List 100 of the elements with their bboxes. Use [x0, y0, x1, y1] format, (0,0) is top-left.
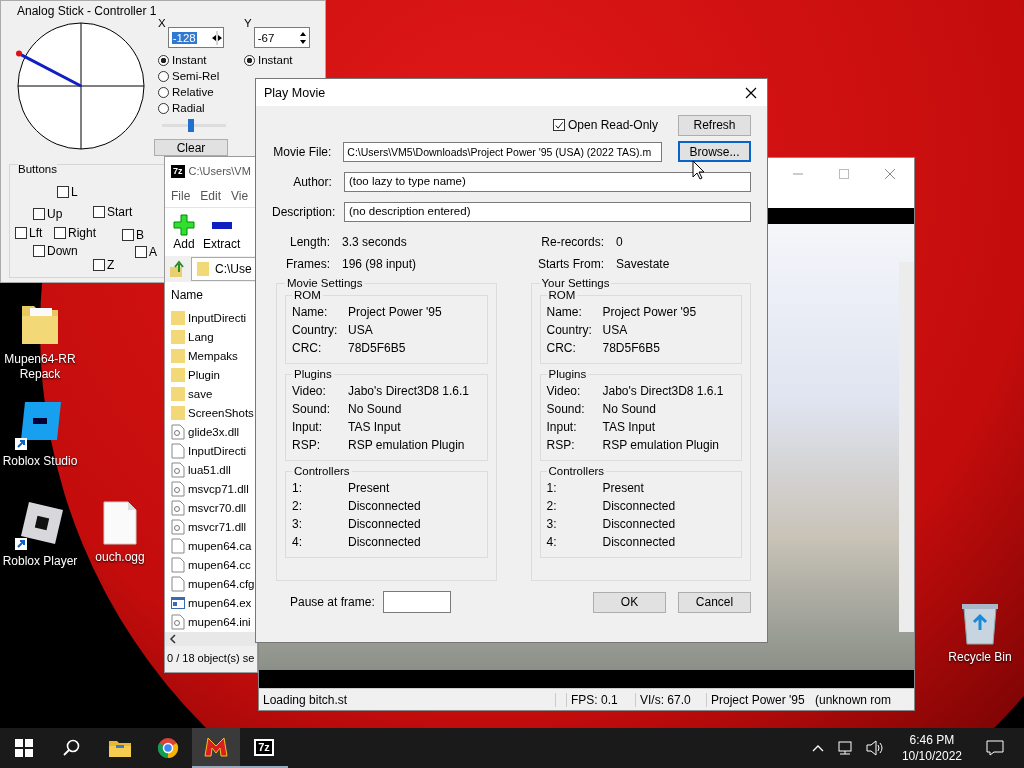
- file-name[interactable]: msvcp71.dll: [188, 482, 249, 495]
- taskbar-button[interactable]: 7z: [240, 728, 288, 768]
- menu-item[interactable]: Edit: [200, 189, 222, 203]
- program-icon: [171, 594, 185, 611]
- windows-logo-icon: [15, 739, 33, 757]
- file-name[interactable]: InputDirecti: [188, 311, 247, 324]
- notification-icon[interactable]: [986, 739, 1004, 757]
- blank-file-icon[interactable]: [102, 500, 138, 546]
- window-title: C:\Users\VM: [188, 165, 251, 177]
- checkbox[interactable]: [93, 259, 105, 271]
- y-value-field[interactable]: -67: [253, 27, 310, 48]
- checkbox[interactable]: [122, 229, 134, 241]
- setting-label: 2:: [292, 499, 303, 513]
- checkbox[interactable]: [15, 227, 27, 239]
- clock[interactable]: 6:46 PM 10/10/2022: [901, 732, 962, 764]
- checkbox[interactable]: [54, 227, 66, 239]
- file-name[interactable]: mupen64.ini: [188, 615, 251, 628]
- setting-value: RSP emulation Plugin: [348, 438, 465, 452]
- close-icon[interactable]: [745, 86, 757, 99]
- radio-label[interactable]: Instant: [172, 54, 207, 66]
- setting-label: Sound:: [292, 402, 332, 416]
- movie-file-field[interactable]: C:\Users\VM5\Downloads\Project Power '95 (USA) (2022 TAS).m: [343, 141, 662, 162]
- setting-label: Name:: [546, 305, 583, 319]
- file-name[interactable]: InputDirecti: [188, 444, 247, 457]
- file-name[interactable]: ScreenShots: [188, 406, 254, 419]
- checkbox-label[interactable]: Down: [47, 244, 78, 258]
- description-field[interactable]: (no description entered): [344, 202, 751, 222]
- checkbox[interactable]: [33, 208, 45, 220]
- tilted-square-logo-icon[interactable]: [15, 500, 65, 550]
- checkbox-label[interactable]: Open Read-Only: [567, 118, 658, 132]
- file-name[interactable]: Lang: [188, 330, 214, 343]
- checkbox[interactable]: [552, 119, 565, 131]
- checkbox-label[interactable]: Right: [68, 226, 96, 240]
- menu-item[interactable]: File: [171, 189, 191, 203]
- radio-button[interactable]: [158, 54, 169, 66]
- file-name[interactable]: msvcr70.dll: [188, 501, 247, 514]
- desktop-icon-label[interactable]: ouch.ogg: [95, 550, 145, 565]
- radio-button[interactable]: [244, 54, 255, 66]
- group-title: ROM: [293, 289, 322, 301]
- dialog-button[interactable]: Cancel: [678, 591, 751, 613]
- radio-label[interactable]: Radial: [172, 102, 205, 114]
- spin-arrows-icon[interactable]: [210, 28, 223, 47]
- radio-button[interactable]: [158, 86, 169, 98]
- file-name[interactable]: mupen64.ex: [188, 596, 252, 609]
- checkbox[interactable]: [57, 186, 69, 198]
- file-name[interactable]: msvcr71.dll: [188, 520, 247, 533]
- checkbox[interactable]: [93, 206, 105, 218]
- analog-stick-drawing[interactable]: [16, 21, 146, 151]
- file-name[interactable]: glide3x.dll: [188, 425, 240, 438]
- radio-button[interactable]: [158, 70, 169, 82]
- x-value-field[interactable]: -128: [167, 27, 224, 48]
- checkbox-label[interactable]: L: [71, 185, 78, 199]
- file-name[interactable]: mupen64.cfg: [188, 577, 255, 590]
- menu-item[interactable]: Vie: [231, 189, 249, 203]
- checkbox-label[interactable]: Lft: [29, 226, 43, 240]
- checkbox[interactable]: [135, 246, 147, 258]
- checkbox-label[interactable]: Up: [47, 207, 63, 221]
- pause-frame-field[interactable]: [382, 591, 451, 613]
- axis-label: X: [158, 17, 166, 29]
- gear-file-icon: [171, 613, 185, 630]
- network-icon[interactable]: [835, 740, 854, 756]
- info-value: 3.3 seconds: [342, 235, 407, 249]
- desktop-icon-label[interactable]: Recycle Bin: [948, 650, 1012, 665]
- checkbox-label[interactable]: Start: [107, 205, 133, 219]
- checkbox-label[interactable]: Z: [107, 258, 115, 272]
- chevron-up-icon[interactable]: [811, 743, 824, 753]
- radio-label[interactable]: Relative: [172, 86, 214, 98]
- file-name[interactable]: Plugin: [188, 368, 220, 381]
- file-name[interactable]: mupen64.cc: [188, 558, 251, 571]
- file-name[interactable]: save: [188, 387, 213, 400]
- checkbox[interactable]: [33, 245, 45, 257]
- radio-button[interactable]: [158, 102, 169, 114]
- slider-thumb[interactable]: [187, 119, 194, 132]
- setting-label: Input:: [292, 420, 324, 434]
- file-name[interactable]: lua51.dll: [188, 463, 231, 476]
- setting-value: Disconnected: [602, 499, 676, 513]
- dialog-button[interactable]: OK: [593, 591, 666, 613]
- scrollbar[interactable]: [899, 262, 914, 632]
- setting-label: CRC:: [292, 341, 323, 355]
- file-name[interactable]: mupen64.ca: [188, 539, 252, 552]
- browse-button[interactable]: Browse...: [678, 141, 751, 162]
- speaker-icon[interactable]: [865, 740, 884, 756]
- setting-value: TAS Input: [602, 420, 655, 434]
- desktop-icon-label[interactable]: Roblox Player: [2, 554, 78, 569]
- column-header[interactable]: Name: [171, 288, 257, 308]
- toolbar-button[interactable]: Add: [171, 212, 197, 252]
- author-field[interactable]: (too lazy to type name): [343, 172, 751, 192]
- file-name[interactable]: Mempaks: [188, 349, 238, 362]
- refresh-button[interactable]: Refresh: [678, 114, 751, 136]
- checkbox-label[interactable]: A: [149, 245, 157, 259]
- group-title: Plugins: [293, 368, 333, 380]
- radio-label[interactable]: Instant: [258, 54, 293, 66]
- folder-up-icon[interactable]: [169, 260, 187, 278]
- clear-button[interactable]: Clear: [154, 139, 228, 156]
- group-title: Controllers: [293, 465, 351, 477]
- path-field[interactable]: C:\Use: [191, 257, 257, 281]
- toolbar-button[interactable]: Extract: [201, 212, 243, 252]
- scrollbar[interactable]: [165, 632, 257, 646]
- checkbox-label[interactable]: B: [136, 228, 144, 242]
- radio-label[interactable]: Semi-Rel: [172, 70, 220, 82]
